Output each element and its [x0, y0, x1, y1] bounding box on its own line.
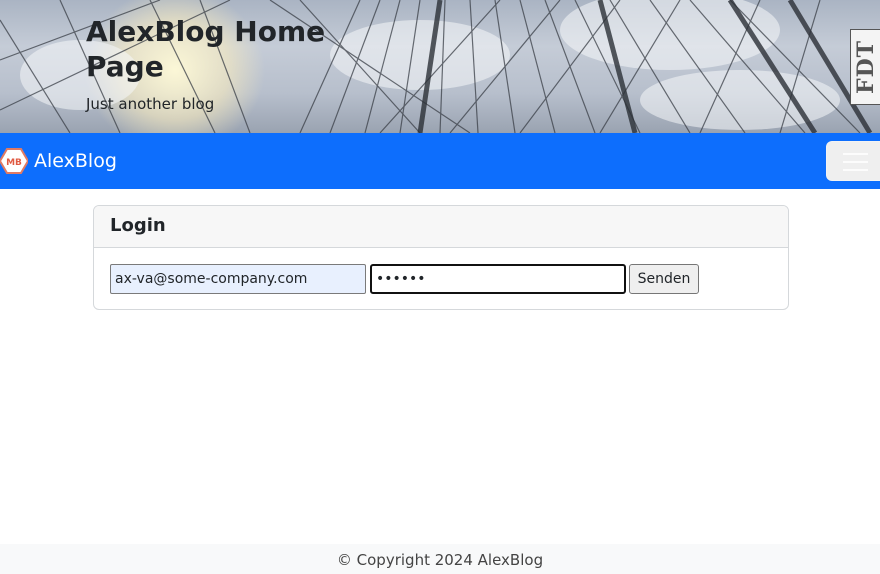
login-form: Senden	[94, 248, 788, 309]
fdt-badge-label: FDT	[853, 39, 879, 95]
login-card: Login Senden	[93, 205, 789, 310]
site-subtitle: Just another blog	[86, 95, 215, 113]
header-banner: AlexBlog Home Page Just another blog FDT	[0, 0, 880, 133]
navbar-brand-link[interactable]: AlexBlog	[34, 150, 117, 172]
navbar-toggler-button[interactable]	[826, 141, 880, 181]
logo-text: MB	[6, 158, 22, 168]
email-field[interactable]	[110, 264, 366, 294]
footer-copyright: © Copyright 2024 AlexBlog	[336, 551, 544, 569]
mb-logo-icon[interactable]: MB	[0, 148, 28, 174]
navbar: MB AlexBlog	[0, 133, 880, 189]
password-field[interactable]	[370, 264, 626, 294]
footer: © Copyright 2024 AlexBlog	[0, 544, 880, 574]
site-title: AlexBlog Home Page	[86, 15, 326, 83]
fdt-badge[interactable]: FDT	[850, 29, 880, 105]
login-card-title: Login	[94, 206, 788, 248]
submit-button[interactable]: Senden	[629, 264, 699, 294]
